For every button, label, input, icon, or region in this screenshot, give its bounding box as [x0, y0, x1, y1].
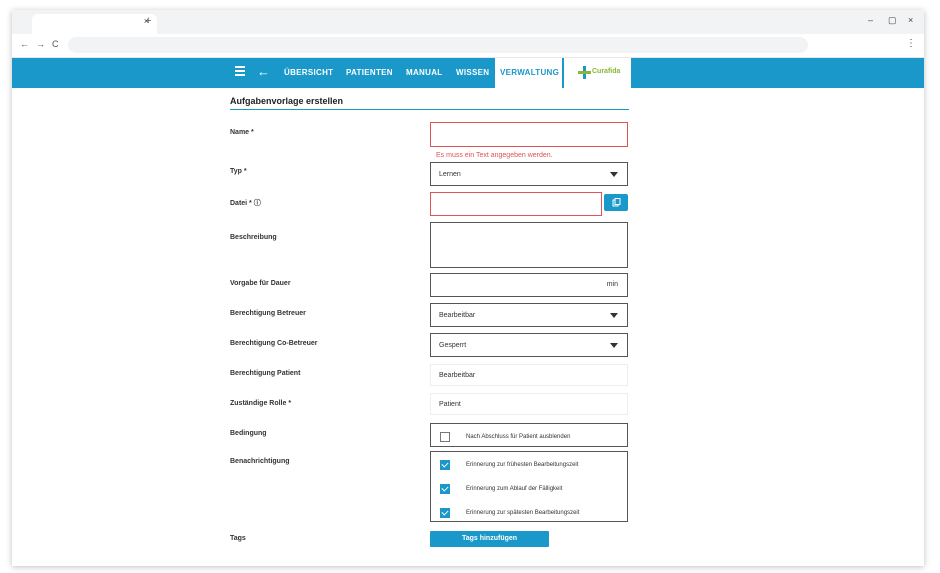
- nav-item-verwaltung[interactable]: VERWALTUNG: [495, 58, 562, 88]
- address-bar[interactable]: [68, 37, 808, 53]
- nav-item-patienten[interactable]: PATIENTEN: [346, 68, 393, 77]
- dropdown-caret-icon: [610, 343, 618, 348]
- datei-input[interactable]: [430, 192, 602, 216]
- patient-label: Berechtigung Patient: [230, 370, 301, 377]
- datei-label: Datei * ⓘ: [230, 200, 261, 207]
- tab-strip: × + – ▢ ×: [12, 10, 924, 34]
- typ-label: Typ *: [230, 168, 247, 175]
- cobetreuer-label: Berechtigung Co-Betreuer: [230, 340, 318, 347]
- dropdown-caret-icon: [610, 313, 618, 318]
- benachrichtigung-option-3: Erinnerung zur spätesten Bearbeitungszei…: [466, 510, 580, 516]
- cross-logo-icon: [578, 66, 591, 79]
- title-divider: [230, 109, 629, 110]
- browser-tab[interactable]: ×: [32, 14, 157, 34]
- benachrichtigung-label: Benachrichtigung: [230, 458, 290, 465]
- hamburger-icon[interactable]: [235, 66, 245, 76]
- back-icon[interactable]: ←: [20, 39, 29, 49]
- betreuer-select[interactable]: Bearbeitbar: [430, 303, 628, 327]
- typ-select[interactable]: Lernen: [430, 162, 628, 186]
- curafida-logo: Curafida: [564, 58, 631, 88]
- beschreibung-label: Beschreibung: [230, 234, 277, 241]
- bedingung-label: Bedingung: [230, 430, 267, 437]
- beschreibung-textarea[interactable]: [430, 222, 628, 268]
- benachrichtigung-box: Erinnerung zur frühesten Bearbeitungszei…: [430, 451, 628, 522]
- rolle-field: Patient: [430, 393, 628, 415]
- typ-value: Lernen: [439, 171, 461, 178]
- browser-menu-icon[interactable]: ⋮: [906, 38, 916, 49]
- patient-field: Bearbeitbar: [430, 364, 628, 386]
- benachrichtigung-checkbox-2[interactable]: [440, 484, 450, 494]
- rolle-value: Patient: [439, 401, 461, 408]
- nav-item-manual[interactable]: MANUAL: [406, 68, 442, 77]
- forward-icon[interactable]: →: [36, 39, 45, 49]
- patient-value: Bearbeitbar: [439, 372, 476, 379]
- nav-item-verwaltung-label: VERWALTUNG: [500, 68, 560, 77]
- dauer-input[interactable]: min: [430, 273, 628, 297]
- cobetreuer-value: Gesperrt: [439, 342, 467, 349]
- name-error-message: Es muss ein Text angegeben werden.: [436, 152, 553, 159]
- betreuer-label: Berechtigung Betreuer: [230, 310, 306, 317]
- page-title: Aufgabenvorlage erstellen: [230, 96, 344, 106]
- browser-toolbar: ← → C ⋮: [12, 34, 924, 58]
- benachrichtigung-checkbox-1[interactable]: [440, 460, 450, 470]
- rolle-label: Zuständige Rolle *: [230, 400, 292, 407]
- new-tab-button[interactable]: +: [145, 15, 151, 27]
- bedingung-option-label: Nach Abschluss für Patient ausblenden: [466, 434, 571, 440]
- form-page: Aufgabenvorlage erstellen Name * Es muss…: [12, 88, 924, 566]
- browser-window: × + – ▢ × ← → C ⋮ ← ÜBERSICHT PATIENTEN …: [12, 10, 924, 566]
- window-close-button[interactable]: ×: [908, 15, 913, 25]
- betreuer-value: Bearbeitbar: [439, 312, 476, 319]
- app-navbar: ← ÜBERSICHT PATIENTEN MANUAL WISSEN VERW…: [12, 58, 924, 88]
- benachrichtigung-checkbox-3[interactable]: [440, 508, 450, 518]
- name-input[interactable]: [430, 122, 628, 147]
- bedingung-checkbox[interactable]: [440, 432, 450, 442]
- tags-label: Tags: [230, 535, 246, 542]
- cobetreuer-select[interactable]: Gesperrt: [430, 333, 628, 357]
- logo-text: Curafida: [592, 68, 621, 75]
- benachrichtigung-option-2: Erinnerung zum Ablauf der Fälligkeit: [466, 486, 563, 492]
- benachrichtigung-option-1: Erinnerung zur frühesten Bearbeitungszei…: [466, 462, 579, 468]
- nav-item-uebersicht[interactable]: ÜBERSICHT: [284, 68, 333, 77]
- dauer-label: Vorgabe für Dauer: [230, 280, 291, 287]
- minimize-button[interactable]: –: [868, 15, 873, 25]
- add-tags-button[interactable]: Tags hinzufügen: [430, 531, 549, 547]
- name-label: Name *: [230, 129, 254, 136]
- reload-icon[interactable]: C: [52, 39, 59, 49]
- dropdown-caret-icon: [610, 172, 618, 177]
- file-upload-icon: [612, 198, 621, 207]
- bedingung-box: Nach Abschluss für Patient ausblenden: [430, 423, 628, 447]
- dauer-unit: min: [606, 281, 618, 288]
- upload-button[interactable]: [604, 194, 628, 211]
- back-arrow-icon[interactable]: ←: [257, 64, 270, 79]
- restore-button[interactable]: ▢: [888, 15, 897, 26]
- nav-item-wissen[interactable]: WISSEN: [456, 68, 489, 77]
